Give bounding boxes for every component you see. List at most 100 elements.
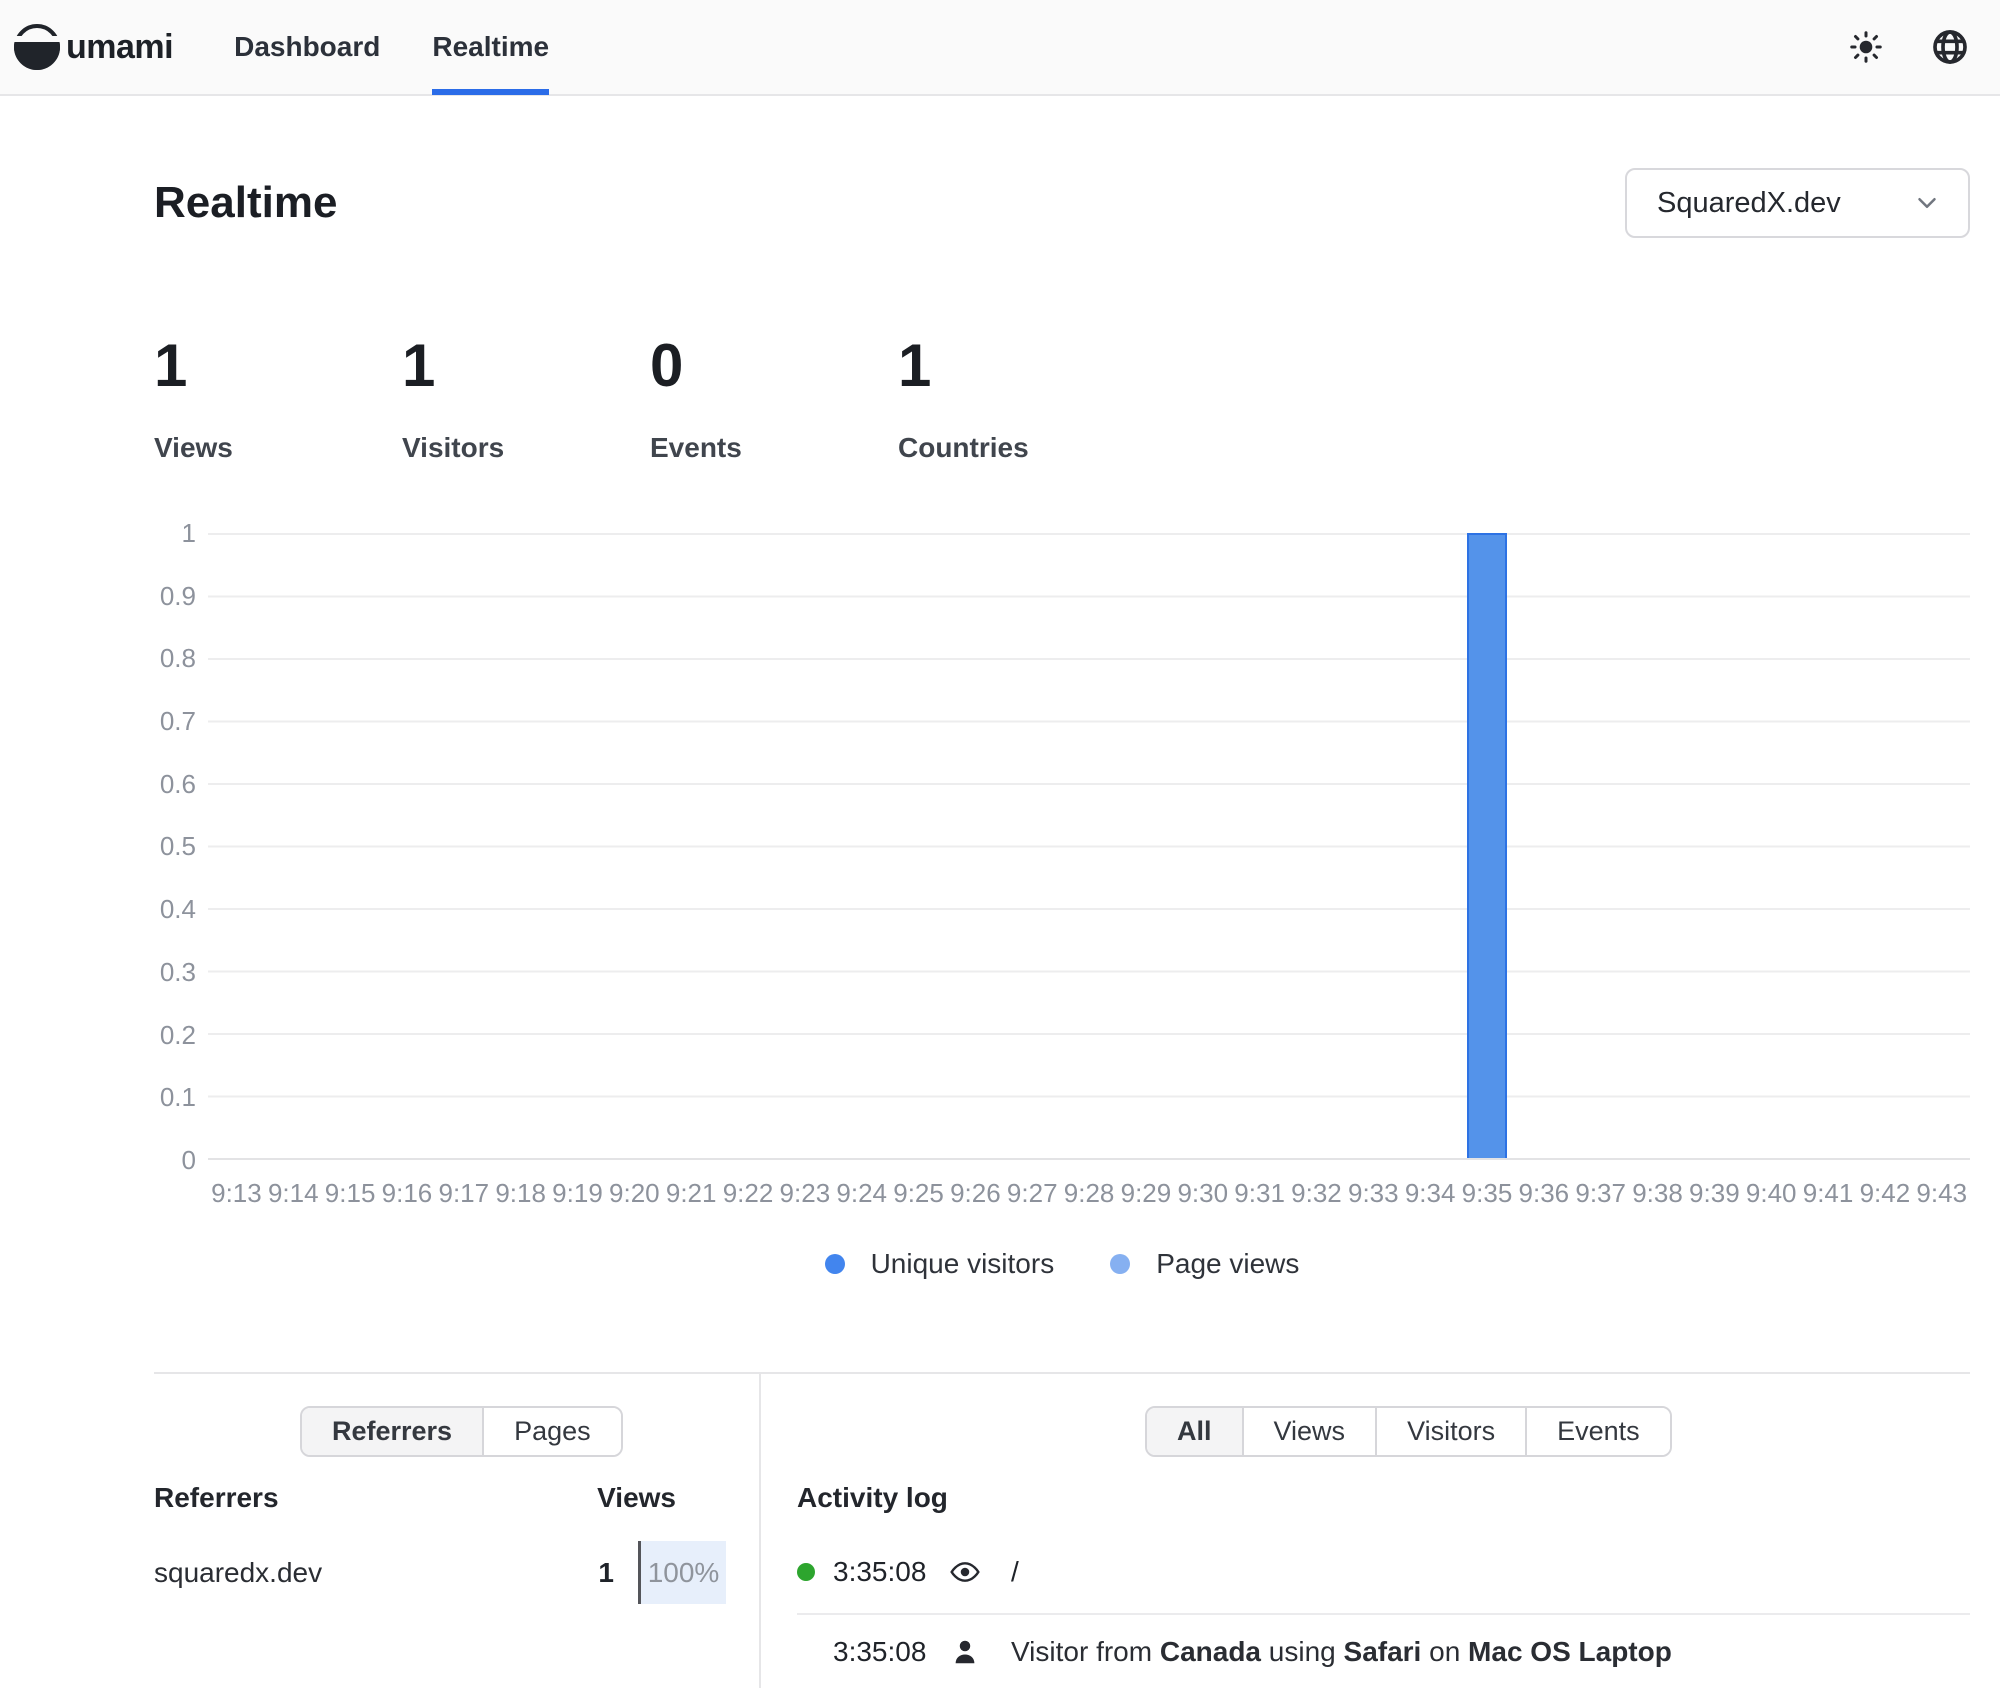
top-navbar: umami Dashboard Realtime xyxy=(0,0,2000,96)
tab-referrers[interactable]: Referrers xyxy=(302,1408,484,1455)
x-axis-tick-label: 9:43 xyxy=(1913,1178,1970,1209)
y-axis-tick-label: 0 xyxy=(182,1147,196,1173)
chart-y-axis: 10.90.80.70.60.50.40.30.20.10 xyxy=(70,520,196,1173)
message-country: Canada xyxy=(1160,1636,1261,1667)
message-text: using xyxy=(1261,1636,1344,1667)
main-nav: Dashboard Realtime xyxy=(234,0,549,95)
section-divider xyxy=(154,1372,1970,1374)
chart-plot xyxy=(208,533,1970,1160)
message-text: Visitor from xyxy=(1011,1636,1160,1667)
x-axis-tick-label: 9:18 xyxy=(492,1178,549,1209)
live-indicator-column xyxy=(797,1563,833,1581)
y-axis-tick-label: 1 xyxy=(182,520,196,546)
x-axis-tick-label: 9:15 xyxy=(322,1178,379,1209)
y-axis-tick-label: 0.7 xyxy=(160,708,196,734)
website-select-value: SquaredX.dev xyxy=(1657,187,1841,220)
legend-item-unique-visitors[interactable]: Unique visitors xyxy=(825,1248,1055,1280)
brand-name: umami xyxy=(66,28,173,67)
stat-visitors-value: 1 xyxy=(402,336,650,396)
y-axis-tick-label: 0.1 xyxy=(160,1084,196,1110)
x-axis-tick-label: 9:31 xyxy=(1231,1178,1288,1209)
x-axis-tick-label: 9:17 xyxy=(435,1178,492,1209)
y-axis-tick-label: 0.6 xyxy=(160,771,196,797)
x-axis-tick-label: 9:16 xyxy=(379,1178,436,1209)
stat-visitors-label: Visitors xyxy=(402,432,650,464)
y-axis-tick-label: 0.9 xyxy=(160,583,196,609)
sun-icon xyxy=(1848,29,1884,65)
stat-events-label: Events xyxy=(650,432,898,464)
nav-link-dashboard[interactable]: Dashboard xyxy=(234,0,380,95)
column-divider xyxy=(759,1372,761,1688)
stat-countries: 1 Countries xyxy=(898,336,1146,464)
activity-filter-tabs: All Views Visitors Events xyxy=(1145,1406,1672,1457)
activity-message: Visitor from Canada using Safari on Mac … xyxy=(997,1636,1672,1668)
activity-log-title: Activity log xyxy=(797,1482,948,1514)
referrers-table-header: Referrers Views xyxy=(154,1482,726,1514)
header-actions xyxy=(1846,27,1970,67)
x-axis-tick-label: 9:40 xyxy=(1743,1178,1800,1209)
referrer-views-value: 1 xyxy=(598,1557,614,1589)
x-axis-tick-label: 9:27 xyxy=(1004,1178,1061,1209)
x-axis-tick-label: 9:36 xyxy=(1515,1178,1572,1209)
chart-legend: Unique visitors Page views xyxy=(154,1248,1970,1280)
stat-visitors: 1 Visitors xyxy=(402,336,650,464)
nav-link-realtime[interactable]: Realtime xyxy=(432,0,549,95)
stat-events-value: 0 xyxy=(650,336,898,396)
filter-visitors[interactable]: Visitors xyxy=(1377,1408,1527,1455)
filter-views[interactable]: Views xyxy=(1244,1408,1378,1455)
legend-label-page-views: Page views xyxy=(1156,1248,1299,1280)
views-column-header: Views xyxy=(597,1482,676,1514)
page-title: Realtime xyxy=(154,178,337,228)
x-axis-tick-label: 9:20 xyxy=(606,1178,663,1209)
legend-item-page-views[interactable]: Page views xyxy=(1110,1248,1299,1280)
x-axis-tick-label: 9:13 xyxy=(208,1178,265,1209)
x-axis-tick-label: 9:34 xyxy=(1402,1178,1459,1209)
brand-home-link[interactable]: umami xyxy=(14,24,173,70)
legend-dot-page-views-icon xyxy=(1110,1254,1130,1274)
referrer-percent-badge: 100% xyxy=(638,1541,726,1604)
filter-events[interactable]: Events xyxy=(1527,1408,1670,1455)
y-axis-tick-label: 0.3 xyxy=(160,959,196,985)
stat-views-value: 1 xyxy=(154,336,402,396)
x-axis-tick-label: 9:37 xyxy=(1572,1178,1629,1209)
stat-countries-value: 1 xyxy=(898,336,1146,396)
activity-entry: 3:35:08 Visitor from Canada using Safari… xyxy=(797,1615,1970,1688)
x-axis-tick-label: 9:32 xyxy=(1288,1178,1345,1209)
x-axis-tick-label: 9:23 xyxy=(776,1178,833,1209)
x-axis-tick-label: 9:42 xyxy=(1856,1178,1913,1209)
activity-entry: 3:35:08 / xyxy=(797,1530,1970,1613)
live-indicator-icon xyxy=(797,1563,815,1581)
tab-pages[interactable]: Pages xyxy=(484,1408,621,1455)
theme-toggle-button[interactable] xyxy=(1846,27,1886,67)
x-axis-tick-label: 9:28 xyxy=(1061,1178,1118,1209)
stat-views: 1 Views xyxy=(154,336,402,464)
title-row: Realtime SquaredX.dev xyxy=(154,160,1970,246)
x-axis-tick-label: 9:14 xyxy=(265,1178,322,1209)
stat-views-label: Views xyxy=(154,432,402,464)
x-axis-tick-label: 9:39 xyxy=(1686,1178,1743,1209)
y-axis-tick-label: 0.4 xyxy=(160,896,196,922)
y-axis-tick-label: 0.5 xyxy=(160,833,196,859)
legend-dot-unique-visitors-icon xyxy=(825,1254,845,1274)
legend-label-unique-visitors: Unique visitors xyxy=(871,1248,1055,1280)
message-browser: Safari xyxy=(1344,1636,1422,1667)
globe-icon xyxy=(1930,27,1970,67)
person-icon xyxy=(933,1637,997,1667)
message-device: Mac OS Laptop xyxy=(1468,1636,1672,1667)
referrers-pages-tabs: Referrers Pages xyxy=(300,1406,623,1457)
x-axis-tick-label: 9:35 xyxy=(1459,1178,1516,1209)
website-select[interactable]: SquaredX.dev xyxy=(1625,168,1970,238)
referrer-table-row: squaredx.dev 1 100% xyxy=(154,1541,726,1604)
chevron-down-icon xyxy=(1912,188,1942,218)
language-button[interactable] xyxy=(1930,27,1970,67)
x-axis-tick-label: 9:30 xyxy=(1174,1178,1231,1209)
chart-bar xyxy=(1467,533,1507,1158)
realtime-stats: 1 Views 1 Visitors 0 Events 1 Countries xyxy=(154,336,1146,464)
activity-page-link[interactable]: / xyxy=(997,1556,1019,1588)
umami-bowl-icon xyxy=(14,24,60,70)
stat-countries-label: Countries xyxy=(898,432,1146,464)
x-axis-tick-label: 9:19 xyxy=(549,1178,606,1209)
referrer-name-link[interactable]: squaredx.dev xyxy=(154,1557,598,1589)
filter-all[interactable]: All xyxy=(1147,1408,1244,1455)
x-axis-tick-label: 9:26 xyxy=(947,1178,1004,1209)
